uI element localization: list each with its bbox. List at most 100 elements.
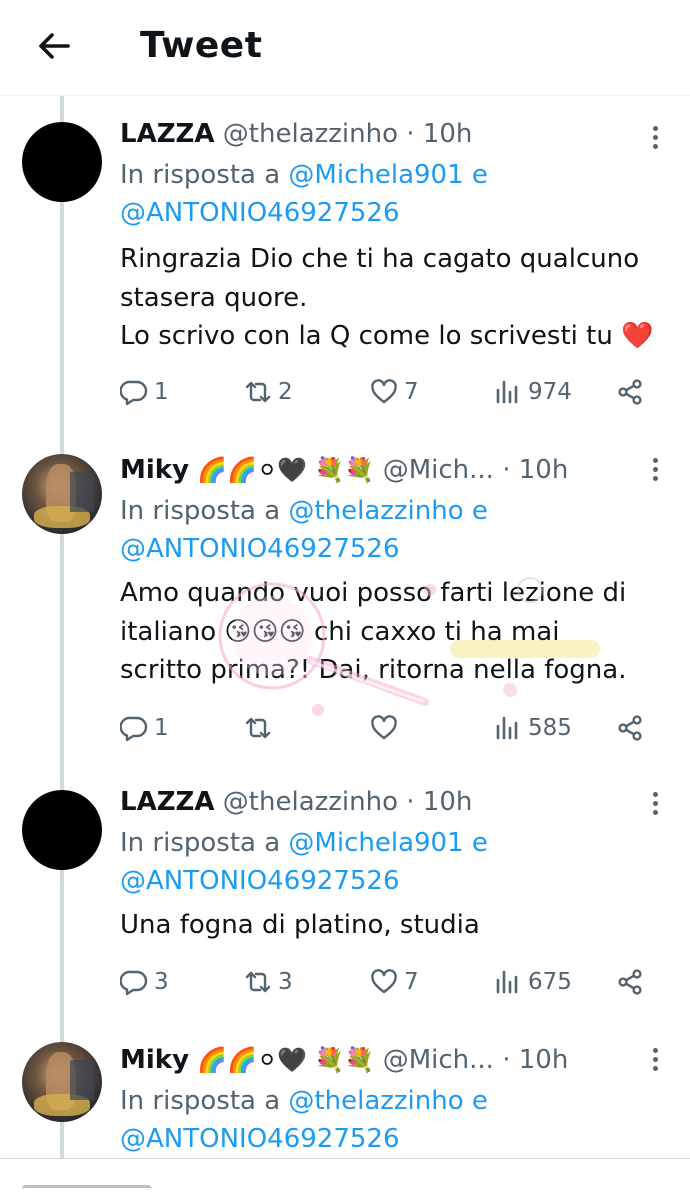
tweet-line: stasera quore. — [120, 282, 308, 313]
mention-link[interactable]: @thelazzinho — [288, 496, 463, 526]
arrow-left-icon — [39, 33, 70, 59]
avatar[interactable] — [22, 454, 102, 534]
like-count: 7 — [404, 379, 419, 405]
reply-prefix: In risposta a — [120, 160, 281, 190]
mention-conjunction: e — [471, 160, 488, 190]
mention-link[interactable]: @ANTONIO46927526 — [120, 1124, 400, 1154]
retweet-button[interactable]: 2 — [244, 374, 293, 410]
tweet-header: LAZZA @thelazzinho · 10h — [120, 784, 640, 820]
like-count: 7 — [404, 969, 419, 995]
reply-button[interactable]: 3 — [120, 964, 169, 1000]
reply-prefix: In risposta a — [120, 1086, 281, 1116]
avatar[interactable] — [22, 122, 102, 202]
reply-prefix: In risposta a — [120, 496, 281, 526]
timestamp[interactable]: 10h — [519, 1045, 569, 1075]
separator-dot: · — [406, 787, 415, 817]
reply-context: In risposta a @thelazzinho e @ANTONIO469… — [120, 1082, 680, 1158]
back-button[interactable] — [30, 22, 78, 70]
author-handle[interactable]: @Mich... — [383, 1045, 494, 1075]
separator-dot: · — [502, 455, 511, 485]
reply-context: In risposta a @Michela901 e @ANTONIO4692… — [120, 156, 680, 232]
compose-placeholder — [22, 1185, 152, 1197]
watermark-sticker — [218, 577, 600, 716]
reply-icon — [120, 970, 148, 996]
reply-count: 1 — [154, 379, 169, 405]
mention-link[interactable]: @Michela901 — [288, 160, 463, 190]
views-button[interactable]: 675 — [494, 964, 572, 1000]
tweet-header: LAZZA @thelazzinho · 10h — [120, 116, 640, 152]
author-handle[interactable]: @thelazzinho — [223, 787, 398, 817]
mention-link[interactable]: @ANTONIO46927526 — [120, 534, 400, 564]
tweet[interactable]: Miky 🌈🌈⚪🖤 💐💐 @Mich... · 10h In risposta … — [0, 1024, 690, 1158]
action-bar: 3 3 7 675 — [120, 964, 660, 1000]
mention-link[interactable]: @ANTONIO46927526 — [120, 198, 400, 228]
retweet-count: 3 — [278, 969, 293, 995]
reply-button[interactable]: 1 — [120, 374, 169, 410]
tweet[interactable]: LAZZA @thelazzinho · 10h In risposta a @… — [0, 774, 690, 1024]
view-count: 675 — [528, 969, 572, 995]
author-handle[interactable]: @Mich... — [383, 455, 494, 485]
mention-link[interactable]: @thelazzinho — [288, 1086, 463, 1116]
tweet-line: Ringrazia Dio che ti ha cagato qualcuno — [120, 244, 640, 274]
tweet[interactable]: LAZZA @thelazzinho · 10h In risposta a @… — [0, 96, 690, 426]
name-emojis: 🌈🌈⚪🖤 💐💐 — [197, 456, 375, 484]
share-icon — [618, 969, 642, 995]
more-options-icon[interactable] — [648, 1044, 662, 1074]
tweet-line: Lo scrivo con la Q come lo scrivesti tu … — [120, 321, 654, 351]
mention-link[interactable]: @Michela901 — [288, 828, 463, 858]
tweet-header: Miky 🌈🌈⚪🖤 💐💐 @Mich... · 10h — [120, 452, 640, 488]
heart-icon — [371, 379, 397, 404]
like-button[interactable]: 7 — [370, 964, 419, 1000]
like-button[interactable]: 7 — [370, 374, 419, 410]
retweet-count: 2 — [278, 379, 293, 405]
author-name[interactable]: LAZZA — [120, 787, 215, 817]
retweet-icon — [245, 971, 271, 993]
reply-prefix: In risposta a — [120, 828, 281, 858]
heart-icon — [371, 969, 397, 994]
share-button[interactable] — [616, 964, 644, 1000]
top-bar: Tweet — [0, 0, 690, 96]
more-options-icon[interactable] — [648, 788, 662, 818]
reply-context: In risposta a @Michela901 e @ANTONIO4692… — [120, 824, 680, 900]
timestamp[interactable]: 10h — [519, 455, 569, 485]
retweet-button[interactable]: 3 — [244, 964, 293, 1000]
mention-link[interactable]: @ANTONIO46927526 — [120, 866, 400, 896]
share-button[interactable] — [616, 710, 644, 746]
timestamp[interactable]: 10h — [423, 787, 473, 817]
tweet-text: Una fogna di platino, studia — [120, 906, 680, 945]
avatar[interactable] — [22, 1042, 102, 1122]
avatar[interactable] — [22, 790, 102, 870]
action-bar: 1 2 7 974 — [120, 374, 660, 410]
view-count: 974 — [528, 379, 572, 405]
reply-compose-bar[interactable] — [0, 1158, 690, 1200]
author-name[interactable]: Miky — [120, 455, 189, 485]
mention-conjunction: e — [471, 828, 488, 858]
separator-dot: · — [406, 119, 415, 149]
tweet-line: Una fogna di platino, studia — [120, 910, 480, 940]
share-icon — [618, 379, 642, 405]
analytics-icon — [496, 970, 518, 994]
reply-icon — [120, 716, 148, 742]
tweet[interactable]: Miky 🌈🌈⚪🖤 💐💐 @Mich... · 10h In risposta … — [0, 430, 690, 770]
tweet-header: Miky 🌈🌈⚪🖤 💐💐 @Mich... · 10h — [120, 1042, 640, 1078]
author-handle[interactable]: @thelazzinho — [223, 119, 398, 149]
separator-dot: · — [502, 1045, 511, 1075]
reply-button[interactable]: 1 — [120, 710, 169, 746]
timestamp[interactable]: 10h — [423, 119, 473, 149]
share-button[interactable] — [616, 374, 644, 410]
reply-count: 3 — [154, 969, 169, 995]
more-options-icon[interactable] — [648, 454, 662, 484]
mention-conjunction: e — [471, 1086, 488, 1116]
author-name[interactable]: LAZZA — [120, 119, 215, 149]
reply-context: In risposta a @thelazzinho e @ANTONIO469… — [120, 492, 680, 568]
author-name[interactable]: Miky — [120, 1045, 189, 1075]
analytics-icon — [496, 380, 518, 404]
tweet-text: Ringrazia Dio che ti ha cagato qualcuno … — [120, 240, 680, 356]
retweet-icon — [245, 381, 271, 403]
views-button[interactable]: 974 — [494, 374, 572, 410]
page-title: Tweet — [140, 25, 263, 66]
more-options-icon[interactable] — [648, 122, 662, 152]
share-icon — [618, 715, 642, 741]
name-emojis: 🌈🌈⚪🖤 💐💐 — [197, 1046, 375, 1074]
mention-conjunction: e — [471, 496, 488, 526]
